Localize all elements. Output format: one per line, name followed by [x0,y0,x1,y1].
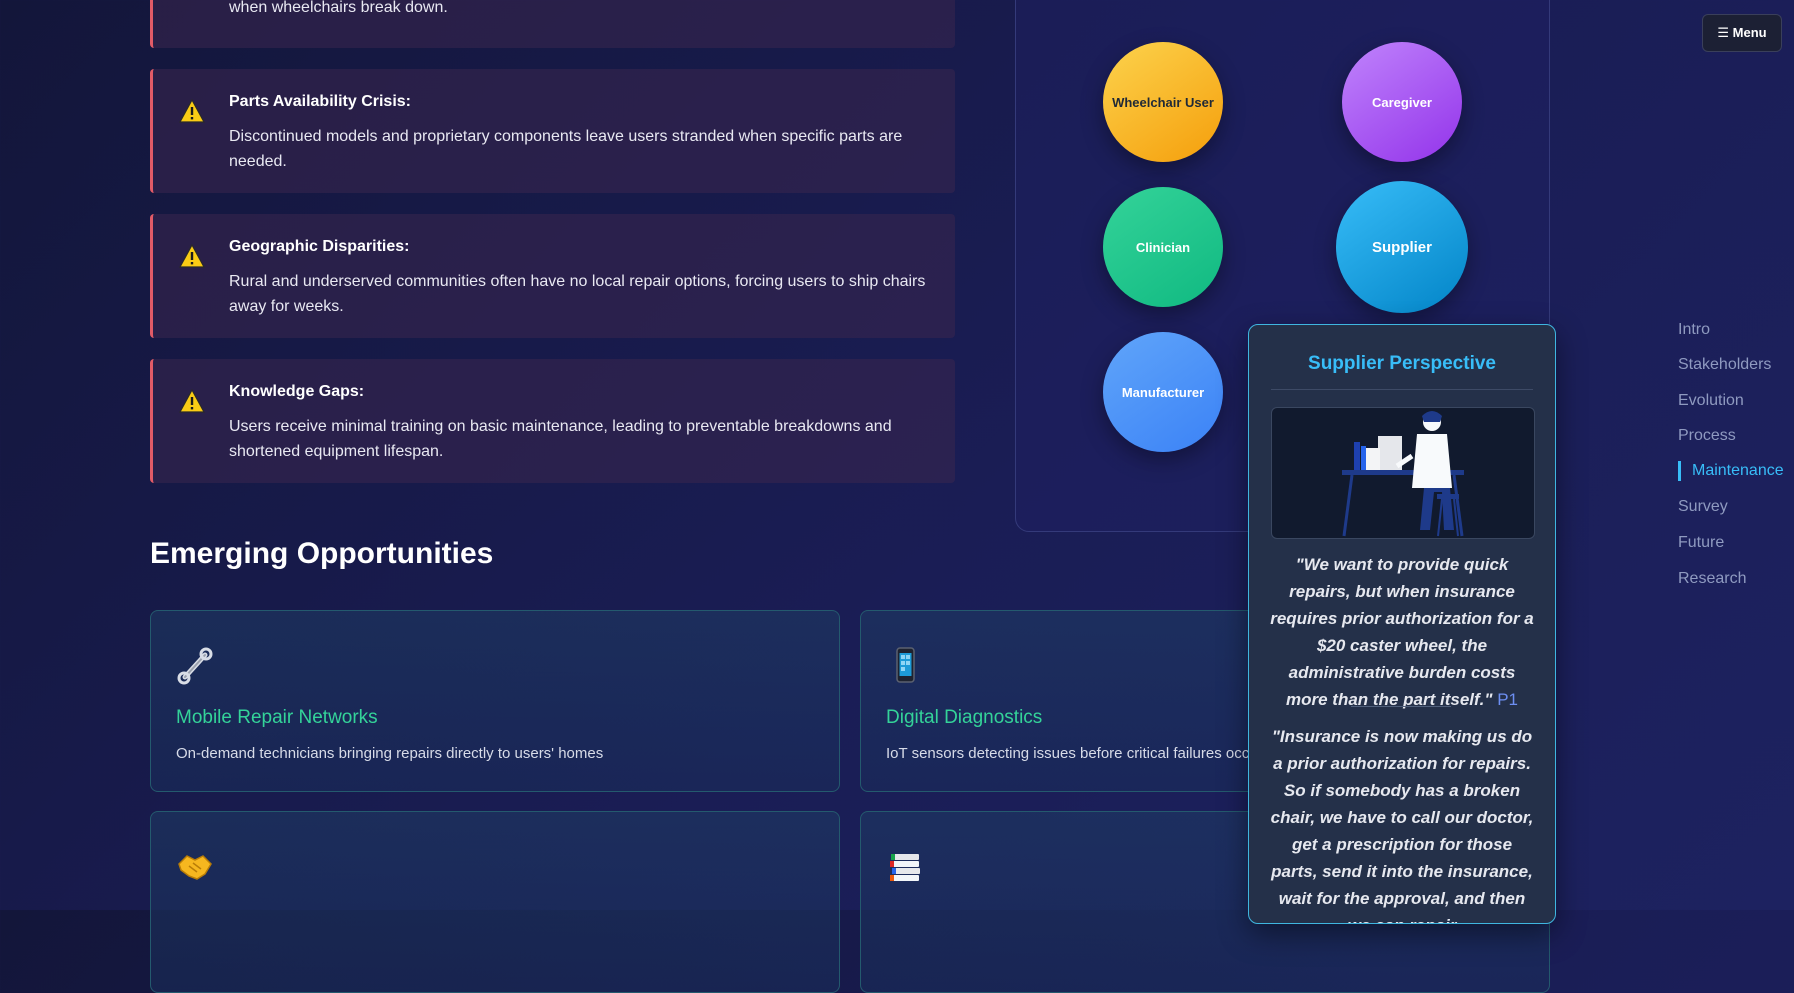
stakeholder-label: Supplier [1371,238,1432,256]
opportunity-title: Digital Diagnostics [886,707,1043,728]
supplier-quote-1: "We want to provide quick repairs, but w… [1267,551,1537,713]
challenge-card-knowledge-gaps: Knowledge Gaps: Users receive minimal tr… [150,359,955,483]
nav-item-maintenance[interactable]: Maintenance [1678,461,1784,481]
stakeholder-label: Wheelchair User [1112,94,1214,110]
challenge-title: Parts Availability Crisis: [229,93,411,110]
person-at-desk-illustration [1342,411,1464,537]
opportunity-description: IoT sensors detecting issues before crit… [886,745,1263,762]
nav-item-intro[interactable]: Intro [1678,321,1710,339]
stakeholder-caregiver[interactable]: Caregiver [1342,42,1462,162]
opportunity-description: On-demand technicians bringing repairs d… [176,745,604,762]
challenge-card-repair-delays: when wheelchairs break down. [150,0,955,48]
challenge-description: Rural and underserved communities often … [229,273,926,315]
challenge-description: when wheelchairs break down. [229,0,448,16]
stakeholder-supplier[interactable]: Supplier [1336,181,1468,313]
stakeholder-clinician[interactable]: Clinician [1103,187,1223,307]
supplier-perspective-popup: Supplier Perspective "We want to provide… [1248,324,1556,924]
challenge-title: Geographic Disparities: [229,238,410,255]
phone-icon [896,647,915,683]
challenge-card-parts-availability: Parts Availability Crisis: Discontinued … [150,69,955,193]
quote-divider [1351,706,1451,707]
quote-text: "Insurance is now making us do a prior a… [1270,727,1534,923]
opportunity-title: Mobile Repair Networks [176,707,378,728]
handshake-icon [178,855,212,880]
challenge-description: Users receive minimal training on basic … [229,418,892,460]
books-icon [890,854,920,881]
challenge-card-geographic-disparities: Geographic Disparities: Rural and unders… [150,214,955,338]
nav-item-process[interactable]: Process [1678,427,1736,445]
opportunity-card-mobile-repair[interactable]: Mobile Repair Networks On-demand technic… [150,610,840,792]
stakeholder-label: Manufacturer [1121,384,1205,400]
section-title-opportunities: Emerging Opportunities [150,537,494,570]
stakeholder-manufacturer[interactable]: Manufacturer [1103,332,1223,452]
warning-icon [179,389,205,413]
participant-tag[interactable]: P1 [1497,690,1518,709]
popup-title: Supplier Perspective [1308,353,1496,374]
wrench-icon [177,647,213,685]
opportunity-card-partnerships[interactable] [150,811,840,993]
quote-text: "We want to provide quick repairs, but w… [1270,555,1534,709]
menu-button[interactable]: ☰ Menu [1702,14,1782,52]
divider [1271,389,1533,390]
warning-icon [179,244,205,268]
stakeholder-label: Clinician [1135,239,1191,255]
warning-icon [179,99,205,123]
nav-item-stakeholders[interactable]: Stakeholders [1678,356,1771,374]
stakeholder-wheelchair-user[interactable]: Wheelchair User [1103,42,1223,162]
challenge-title: Knowledge Gaps: [229,383,365,400]
nav-item-research[interactable]: Research [1678,570,1746,588]
nav-item-evolution[interactable]: Evolution [1678,392,1744,410]
supplier-quote-2: "Insurance is now making us do a prior a… [1267,723,1537,923]
supplier-illustration [1271,407,1535,539]
stakeholder-label: Caregiver [1372,94,1432,110]
challenge-description: Discontinued models and proprietary comp… [229,128,903,170]
nav-item-survey[interactable]: Survey [1678,498,1728,516]
nav-item-future[interactable]: Future [1678,534,1724,552]
